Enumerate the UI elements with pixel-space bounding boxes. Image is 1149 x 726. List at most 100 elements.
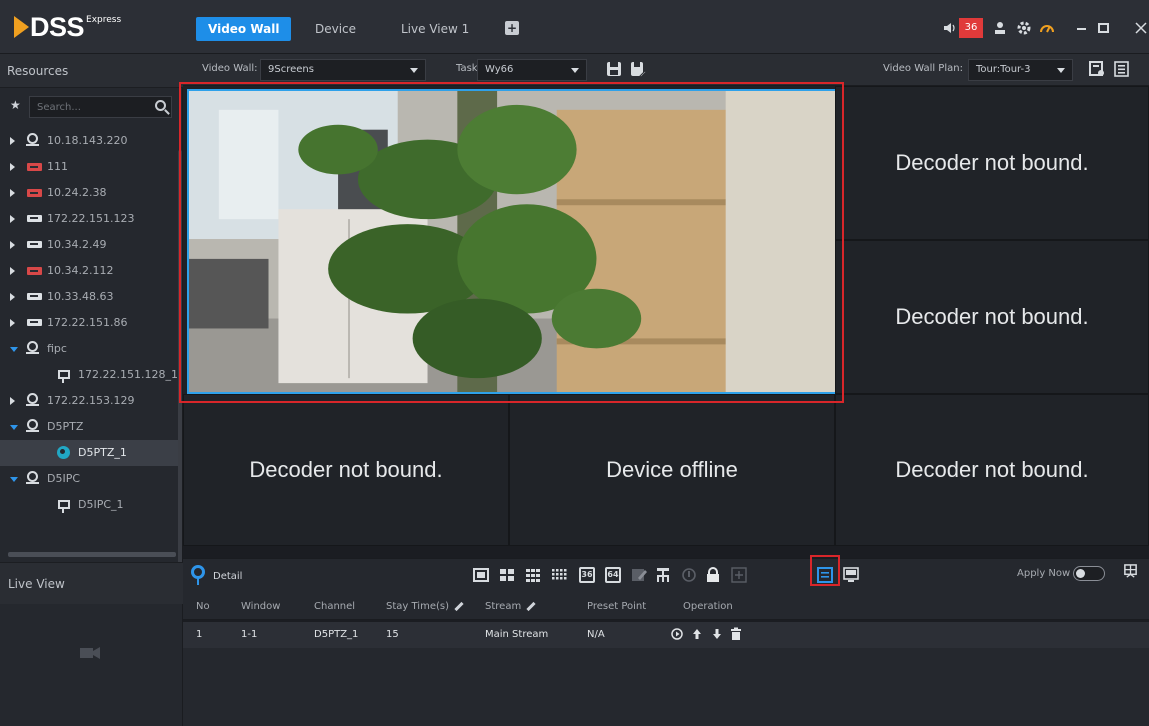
tree-item[interactable]: 172.22.151.86 <box>0 310 180 336</box>
encoder-icon <box>26 419 39 432</box>
keyboard-icon[interactable] <box>1123 564 1138 579</box>
expand-right-arrow-icon[interactable] <box>10 163 15 171</box>
col-stream[interactable]: Stream <box>485 601 536 612</box>
screen-on-icon[interactable] <box>843 567 859 583</box>
user-icon[interactable] <box>992 20 1008 36</box>
layout-16-icon[interactable] <box>551 567 567 583</box>
apply-now-toggle[interactable] <box>1073 566 1105 581</box>
task-select[interactable]: Wy66 <box>477 59 587 81</box>
tab-video-wall[interactable]: Video Wall <box>196 17 292 41</box>
tour-icon[interactable] <box>681 567 697 583</box>
expand-right-arrow-icon[interactable] <box>10 397 15 405</box>
cell-stream[interactable]: Main Stream <box>485 629 548 640</box>
video-wall-select[interactable]: 9Screens <box>260 59 426 81</box>
tree-item[interactable]: 111 <box>0 154 180 180</box>
video-wall-plan-select[interactable]: Tour:Tour-3 <box>968 59 1073 81</box>
layout-1-icon[interactable] <box>473 567 489 583</box>
tree-item[interactable]: 10.34.2.112 <box>0 258 180 284</box>
tree-item[interactable]: 172.22.151.123 <box>0 206 180 232</box>
maximize-icon[interactable] <box>1096 20 1112 36</box>
tree-item[interactable]: D5IPC_1 <box>0 492 180 518</box>
tree-item-label: 172.22.151.128_1 <box>78 368 178 381</box>
add-tab-icon[interactable]: + <box>505 21 519 35</box>
video-wall-plan-label: Video Wall Plan: <box>883 63 963 74</box>
search-icon[interactable] <box>155 100 166 111</box>
video-window-3-3[interactable]: Decoder not bound. <box>835 394 1149 546</box>
gear-icon[interactable] <box>1016 20 1032 36</box>
video-window-3-2[interactable]: Device offline <box>509 394 835 546</box>
title-bar: DSS Express Video Wall Device Live View … <box>0 0 1149 54</box>
logo-name: DSS <box>30 11 85 42</box>
table-row[interactable]: 1 1-1 D5PTZ_1 15 Main Stream N/A <box>183 622 1149 648</box>
cell-no: 1 <box>196 629 203 640</box>
tree-item[interactable]: D5PTZ <box>0 414 180 440</box>
expand-right-arrow-icon[interactable] <box>10 137 15 145</box>
tree-item[interactable]: D5IPC <box>0 466 180 492</box>
tree-item[interactable]: 172.22.151.128_1 <box>0 362 180 388</box>
tree-horizontal-scrollbar[interactable] <box>8 552 176 557</box>
apply-now-label: Apply Now <box>1017 568 1071 579</box>
edit-pencil-icon[interactable] <box>454 601 464 611</box>
move-up-icon[interactable] <box>691 627 703 641</box>
live-view-header[interactable]: Live View <box>0 562 183 604</box>
save-as-task-icon[interactable] <box>630 61 646 77</box>
close-icon[interactable] <box>1133 20 1149 36</box>
tab-device[interactable]: Device <box>303 17 368 41</box>
expand-down-arrow-icon[interactable] <box>10 477 18 482</box>
dvr-icon <box>27 189 42 197</box>
move-down-icon[interactable] <box>711 627 723 641</box>
video-window-3-1[interactable]: Decoder not bound. <box>183 394 509 546</box>
tree-item-label: D5IPC_1 <box>78 498 124 511</box>
tree-item[interactable]: 10.24.2.38 <box>0 180 180 206</box>
favorites-star-icon[interactable]: ★ <box>10 98 21 112</box>
alarm-count-badge[interactable]: 36 <box>959 18 983 38</box>
expand-right-arrow-icon[interactable] <box>10 189 15 197</box>
save-task-icon[interactable] <box>606 61 622 77</box>
edit-pencil-icon[interactable] <box>526 601 536 611</box>
tree-item[interactable]: 172.22.153.129 <box>0 388 180 414</box>
expand-right-arrow-icon[interactable] <box>10 241 15 249</box>
tree-item[interactable]: 10.18.143.220 <box>0 128 180 154</box>
tree-item[interactable]: D5PTZ_1 <box>0 440 180 466</box>
cell-stay-time[interactable]: 15 <box>386 629 399 640</box>
tree-item[interactable]: fipc <box>0 336 180 362</box>
tab-live-view-1[interactable]: Live View 1 <box>389 17 481 41</box>
speaker-icon[interactable] <box>944 23 956 33</box>
video-window-1-3[interactable]: Decoder not bound. <box>835 86 1149 240</box>
delete-icon[interactable] <box>730 627 742 641</box>
minimize-icon[interactable] <box>1074 20 1090 36</box>
plan-settings-icon[interactable] <box>1089 61 1105 77</box>
video-window-1-1[interactable] <box>187 89 838 394</box>
performance-gauge-icon[interactable] <box>1039 20 1055 36</box>
window-detail-list-icon[interactable] <box>817 567 833 583</box>
ipc-icon <box>58 370 70 383</box>
search-input[interactable] <box>30 97 148 117</box>
location-pin-icon[interactable] <box>191 565 205 585</box>
play-icon[interactable] <box>671 627 683 641</box>
expand-down-arrow-icon[interactable] <box>10 347 18 352</box>
video-window-2-3[interactable]: Decoder not bound. <box>835 240 1149 394</box>
chevron-down-icon <box>410 68 418 73</box>
layout-4-icon[interactable] <box>499 567 515 583</box>
lock-icon[interactable] <box>705 567 721 583</box>
tree-item[interactable]: 10.34.2.49 <box>0 232 180 258</box>
expand-right-arrow-icon[interactable] <box>10 293 15 301</box>
tree-item[interactable]: 10.33.48.63 <box>0 284 180 310</box>
col-preset-point: Preset Point <box>587 601 647 612</box>
layout-64-icon[interactable]: 64 <box>605 567 621 583</box>
layout-36-icon[interactable]: 36 <box>579 567 595 583</box>
expand-right-arrow-icon[interactable] <box>10 215 15 223</box>
layout-9-icon[interactable] <box>525 567 541 583</box>
search-box[interactable] <box>29 96 172 118</box>
expand-right-arrow-icon[interactable] <box>10 319 15 327</box>
ptz-icon <box>57 446 70 459</box>
tree-vertical-scrollbar[interactable] <box>178 150 182 602</box>
splice-screen-icon[interactable] <box>655 567 671 583</box>
logo-edition: Express <box>86 15 122 25</box>
expand-right-arrow-icon[interactable] <box>10 267 15 275</box>
col-stay-time[interactable]: Stay Time(s) <box>386 601 464 612</box>
edit-layout-icon[interactable] <box>631 567 647 583</box>
fullscreen-icon[interactable] <box>731 567 747 583</box>
plan-list-icon[interactable] <box>1114 61 1130 77</box>
expand-down-arrow-icon[interactable] <box>10 425 18 430</box>
